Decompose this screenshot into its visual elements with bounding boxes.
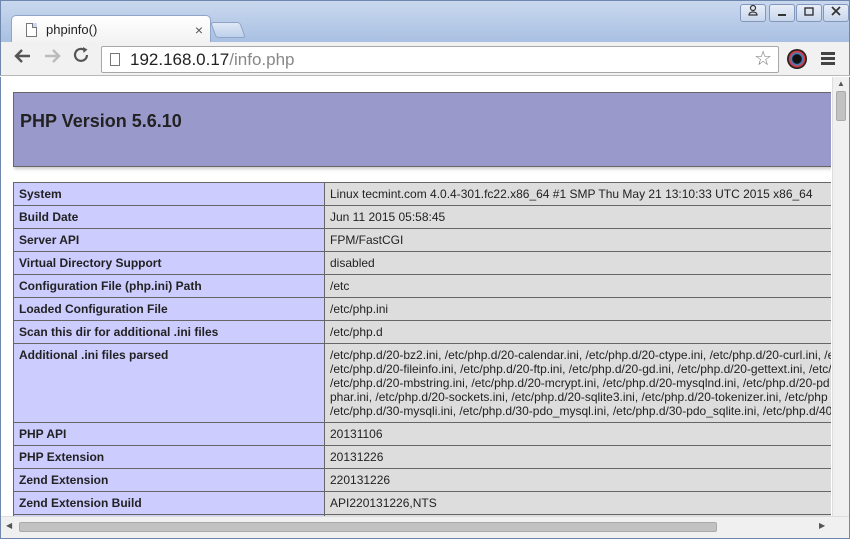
row-key: Loaded Configuration File — [13, 297, 325, 321]
page-icon — [26, 22, 37, 37]
row-value: API220131226,NTS — [324, 491, 831, 515]
table-row: Configuration File (php.ini) Path/etc — [13, 274, 831, 298]
table-row: Scan this dir for additional .ini files /… — [13, 320, 831, 344]
row-key: Scan this dir for additional .ini files — [13, 320, 325, 344]
row-value: /etc — [324, 274, 831, 298]
maximize-icon — [804, 7, 814, 16]
table-row: Additional .ini files parsed/etc/php.d/2… — [13, 343, 831, 423]
value-line: /etc/php.d/30-mysqli.ini, /etc/php.d/30-… — [330, 404, 831, 418]
extension-icon[interactable] — [787, 49, 807, 69]
vertical-scroll-thumb[interactable] — [836, 91, 846, 121]
page-viewport: PHP Version 5.6.10 System Linux tecmint.c… — [0, 77, 850, 539]
url-path: /info.php — [229, 49, 295, 69]
vertical-scrollbar[interactable]: ▲ — [832, 77, 849, 516]
table-row: Build Date Jun 11 2015 05:58:45 — [13, 205, 831, 229]
scroll-up-icon[interactable]: ▲ — [837, 79, 845, 88]
row-key: PHP API — [13, 422, 325, 446]
page-title: PHP Version 5.6.10 — [20, 111, 182, 131]
row-key: Additional .ini files parsed — [13, 343, 325, 423]
scroll-left-icon[interactable]: ◀ — [6, 521, 12, 530]
value-line: /etc/php.d/20-fileinfo.ini, /etc/php.d/2… — [330, 362, 831, 376]
user-icon — [748, 4, 758, 16]
minimize-icon — [778, 14, 786, 16]
scroll-right-icon[interactable]: ▶ — [819, 521, 825, 530]
row-value: /etc/php.ini — [324, 297, 831, 321]
row-value: 220131226 — [324, 468, 831, 492]
row-key: Configuration File (php.ini) Path — [13, 274, 325, 298]
row-key: Server API — [13, 228, 325, 252]
browser-toolbar: 192.168.0.17/info.php ☆ — [0, 42, 850, 76]
page-icon — [110, 53, 120, 66]
close-icon — [831, 6, 841, 16]
table-row: Virtual Directory Support disabled — [13, 251, 831, 275]
row-value: /etc/php.d/20-bz2.ini, /etc/php.d/20-cal… — [324, 343, 831, 423]
forward-arrow-icon — [45, 49, 61, 63]
row-key: Zend Extension Build — [13, 491, 325, 515]
row-value: /etc/php.d — [324, 320, 831, 344]
table-row: Server API FPM/FastCGI — [13, 228, 831, 252]
row-key: Virtual Directory Support — [13, 251, 325, 275]
bookmark-star-icon[interactable]: ☆ — [754, 47, 772, 72]
window-titlebar: phpinfo() × — [0, 0, 850, 43]
info-table: System Linux tecmint.com 4.0.4-301.fc22.x… — [13, 182, 831, 516]
horizontal-scrollbar[interactable]: ◀ ▶ — [1, 516, 849, 538]
browser-tab[interactable]: phpinfo() × — [11, 15, 211, 43]
row-value: disabled — [324, 251, 831, 275]
php-version-header: PHP Version 5.6.10 — [13, 92, 831, 167]
row-key: PHP Extension — [13, 445, 325, 469]
minimize-button[interactable] — [769, 4, 795, 22]
phpinfo-page: PHP Version 5.6.10 System Linux tecmint.c… — [13, 92, 831, 516]
horizontal-scroll-thumb[interactable] — [19, 522, 717, 532]
row-key: Build Date — [13, 205, 325, 229]
value-line: /etc/php.d/20-mbstring.ini, /etc/php.d/2… — [330, 376, 830, 390]
row-value: FPM/FastCGI — [324, 228, 831, 252]
menu-icon[interactable] — [821, 52, 835, 67]
row-value: 20131106 — [324, 422, 831, 446]
new-tab-button[interactable] — [210, 22, 246, 38]
reload-icon — [73, 47, 89, 62]
value-line: phar.ini, /etc/php.d/20-sockets.ini, /et… — [330, 390, 828, 404]
table-row: System Linux tecmint.com 4.0.4-301.fc22.x… — [13, 182, 831, 206]
table-row: PHP Extension 20131226 — [13, 445, 831, 469]
close-window-button[interactable] — [823, 4, 849, 22]
table-row: PHP API 20131106 — [13, 422, 831, 446]
row-value: Jun 11 2015 05:58:45 — [324, 205, 831, 229]
address-bar[interactable]: 192.168.0.17/info.php ☆ — [101, 46, 779, 73]
row-key: System — [13, 182, 325, 206]
tab-title: phpinfo() — [46, 22, 98, 37]
forward-button[interactable] — [39, 46, 65, 72]
table-row: Loaded Configuration File/etc/php.ini — [13, 297, 831, 321]
value-line: /etc/php.d/20-bz2.ini, /etc/php.d/20-cal… — [330, 348, 831, 362]
back-button[interactable] — [10, 46, 36, 72]
user-profile-button[interactable] — [740, 4, 766, 22]
table-row: Zend Extension Build API220131226,NTS — [13, 491, 831, 515]
reload-button[interactable] — [68, 46, 94, 72]
back-arrow-icon — [14, 49, 30, 63]
row-key: Zend Extension — [13, 468, 325, 492]
tab-close-icon[interactable]: × — [188, 22, 210, 38]
table-row: Zend Extension 220131226 — [13, 468, 831, 492]
row-value: Linux tecmint.com 4.0.4-301.fc22.x86_64 … — [324, 182, 831, 206]
maximize-button[interactable] — [796, 4, 822, 22]
row-value: 20131226 — [324, 445, 831, 469]
url-host: 192.168.0.17 — [130, 49, 230, 69]
